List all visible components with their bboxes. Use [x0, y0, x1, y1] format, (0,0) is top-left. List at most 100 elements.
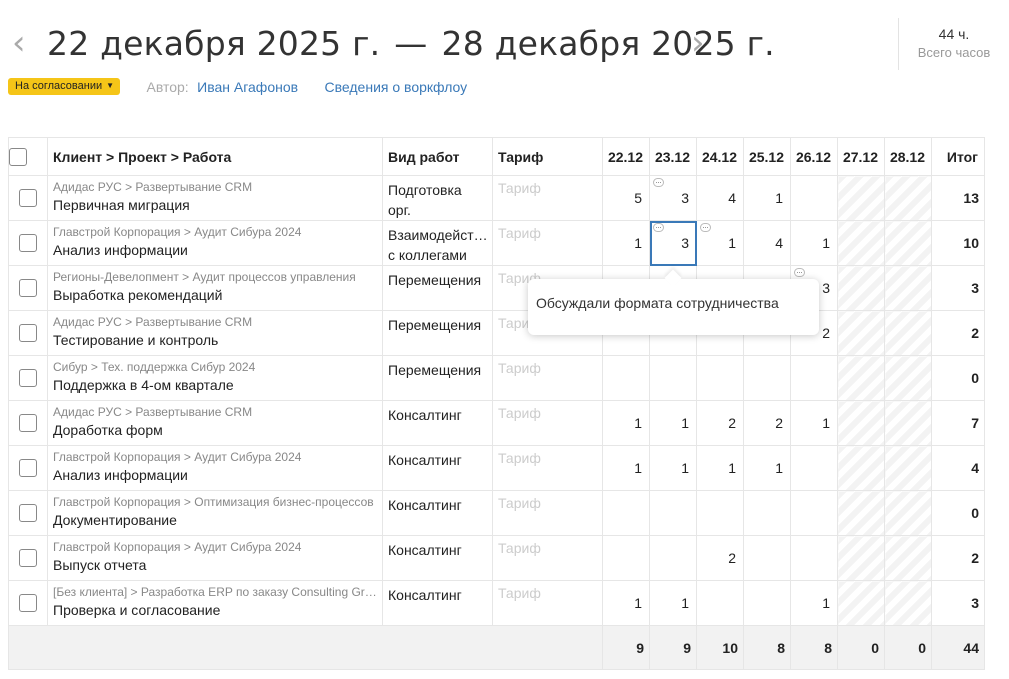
row-checkbox[interactable]: [19, 279, 37, 298]
hours-cell[interactable]: [837, 445, 885, 491]
hours-cell[interactable]: [743, 535, 791, 581]
hours-cell[interactable]: [884, 445, 932, 491]
hours-cell[interactable]: 1: [602, 580, 650, 626]
hours-cell[interactable]: [884, 535, 932, 581]
hours-cell[interactable]: [743, 490, 791, 536]
task-cell[interactable]: Сибур > Тех. поддержка Сибур 2024 Поддерж…: [47, 355, 383, 401]
hours-cell[interactable]: 1: [649, 580, 697, 626]
hours-cell[interactable]: [884, 490, 932, 536]
hours-cell[interactable]: 1: [602, 400, 650, 446]
hours-cell[interactable]: 1: [602, 445, 650, 491]
table-row[interactable]: Главстрой Корпорация > Оптимизация бизне…: [8, 490, 985, 536]
hours-cell[interactable]: 1: [602, 220, 650, 266]
row-checkbox[interactable]: [19, 369, 37, 388]
hours-cell[interactable]: [884, 400, 932, 446]
author-link[interactable]: Иван Агафонов: [197, 79, 298, 95]
comment-icon[interactable]: [700, 223, 711, 232]
task-cell[interactable]: Регионы-Девелопмент > Аудит процессов уп…: [47, 265, 383, 311]
task-cell[interactable]: Главстрой Корпорация > Аудит Сибура 2024…: [47, 445, 383, 491]
tariff-cell[interactable]: Тариф: [492, 490, 603, 536]
hours-cell[interactable]: [743, 580, 791, 626]
table-row[interactable]: Адидас РУС > Развертывание CRM Тестирован…: [8, 310, 985, 356]
hours-cell[interactable]: [837, 535, 885, 581]
hours-cell[interactable]: [602, 535, 650, 581]
hours-cell[interactable]: 4: [743, 220, 791, 266]
tariff-cell[interactable]: Тариф: [492, 400, 603, 446]
hours-cell[interactable]: [837, 220, 885, 266]
task-cell[interactable]: Главстрой Корпорация > Аудит Сибура 2024…: [47, 220, 383, 266]
row-checkbox[interactable]: [19, 414, 37, 433]
hours-cell[interactable]: 1: [790, 220, 838, 266]
hours-cell[interactable]: [649, 535, 697, 581]
worktype-cell[interactable]: Подготовка орг.: [382, 175, 493, 221]
hours-cell[interactable]: [837, 400, 885, 446]
row-checkbox[interactable]: [19, 234, 37, 253]
hours-cell[interactable]: [884, 580, 932, 626]
worktype-cell[interactable]: Консалтинг: [382, 400, 493, 446]
tariff-cell[interactable]: Тариф: [492, 355, 603, 401]
hours-cell[interactable]: [602, 355, 650, 401]
hours-cell[interactable]: [790, 535, 838, 581]
hours-cell[interactable]: [696, 580, 744, 626]
hours-cell[interactable]: 2: [696, 535, 744, 581]
status-badge[interactable]: На согласовании ▼: [8, 78, 121, 96]
hours-cell[interactable]: 2: [743, 400, 791, 446]
task-cell[interactable]: Адидас РУС > Развертывание CRM Тестирован…: [47, 310, 383, 356]
hours-cell[interactable]: [884, 175, 932, 221]
row-checkbox[interactable]: [19, 504, 37, 523]
hours-cell[interactable]: [649, 355, 697, 401]
hours-cell[interactable]: [696, 355, 744, 401]
table-row[interactable]: Регионы-Девелопмент > Аудит процессов уп…: [8, 265, 985, 311]
hours-cell[interactable]: [884, 220, 932, 266]
column-header-tariff[interactable]: Тариф: [492, 137, 603, 176]
worktype-cell[interactable]: Перемещения: [382, 310, 493, 356]
hours-cell[interactable]: [837, 265, 885, 311]
row-checkbox[interactable]: [19, 594, 37, 613]
next-week-arrow-icon[interactable]: ›: [691, 26, 705, 60]
task-cell[interactable]: [Без клиента] > Разработка ERP по заказу…: [47, 580, 383, 626]
column-header-worktype[interactable]: Вид работ: [382, 137, 493, 176]
comment-icon[interactable]: [653, 178, 664, 187]
table-row[interactable]: Главстрой Корпорация > Аудит Сибура 2024…: [8, 535, 985, 581]
hours-cell[interactable]: 1: [649, 445, 697, 491]
tariff-cell[interactable]: Тариф: [492, 220, 603, 266]
worktype-cell[interactable]: Перемещения: [382, 265, 493, 311]
hours-cell[interactable]: [743, 355, 791, 401]
row-checkbox[interactable]: [19, 324, 37, 343]
hours-cell[interactable]: [837, 490, 885, 536]
tariff-cell[interactable]: Тариф: [492, 175, 603, 221]
hours-cell[interactable]: 1: [696, 445, 744, 491]
table-row[interactable]: Адидас РУС > Развертывание CRM Первичная …: [8, 175, 985, 221]
hours-cell[interactable]: [837, 310, 885, 356]
worktype-cell[interactable]: Консалтинг: [382, 535, 493, 581]
hours-cell[interactable]: 5: [602, 175, 650, 221]
table-row[interactable]: Главстрой Корпорация > Аудит Сибура 2024…: [8, 220, 985, 266]
tariff-cell[interactable]: Тариф: [492, 580, 603, 626]
hours-cell[interactable]: 1: [743, 445, 791, 491]
prev-week-arrow-icon[interactable]: ‹: [12, 26, 26, 60]
row-checkbox[interactable]: [19, 549, 37, 568]
hours-cell[interactable]: [696, 490, 744, 536]
hours-cell[interactable]: [837, 355, 885, 401]
hours-cell[interactable]: 1: [743, 175, 791, 221]
hours-cell[interactable]: [884, 355, 932, 401]
hours-cell[interactable]: 1: [790, 580, 838, 626]
workflow-info-link[interactable]: Сведения о воркфлоу: [325, 79, 468, 95]
hours-cell[interactable]: 1: [649, 400, 697, 446]
hours-cell[interactable]: [602, 490, 650, 536]
row-checkbox[interactable]: [19, 189, 37, 208]
table-row[interactable]: Адидас РУС > Развертывание CRM Доработка …: [8, 400, 985, 446]
hours-cell[interactable]: 3: [649, 220, 697, 266]
comment-icon[interactable]: [794, 268, 805, 277]
hours-cell[interactable]: [837, 580, 885, 626]
hours-cell[interactable]: [790, 355, 838, 401]
hours-cell[interactable]: [884, 310, 932, 356]
hours-cell[interactable]: 3: [649, 175, 697, 221]
hours-cell[interactable]: 2: [696, 400, 744, 446]
hours-cell[interactable]: [884, 265, 932, 311]
table-row[interactable]: Главстрой Корпорация > Аудит Сибура 2024…: [8, 445, 985, 491]
hours-cell[interactable]: [649, 490, 697, 536]
worktype-cell[interactable]: Взаимодейств... с коллегами: [382, 220, 493, 266]
table-row[interactable]: [Без клиента] > Разработка ERP по заказу…: [8, 580, 985, 626]
hours-cell[interactable]: [837, 175, 885, 221]
